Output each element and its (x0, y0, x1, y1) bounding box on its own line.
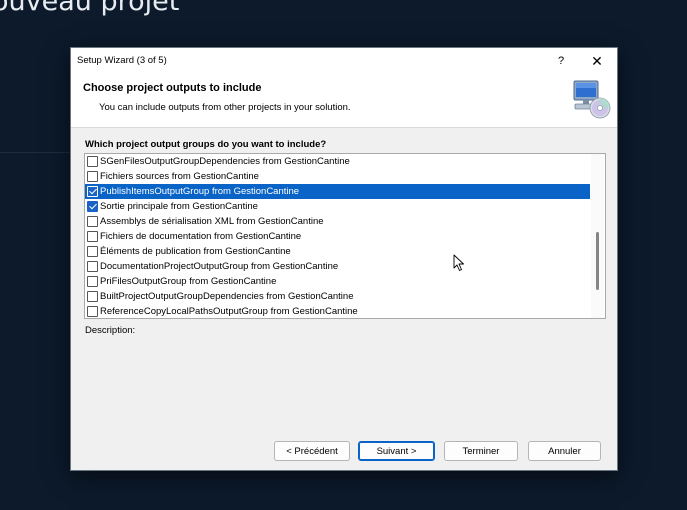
setup-wizard-dialog: Setup Wizard (3 of 5) ? ✕ Choose project… (70, 47, 618, 471)
previous-button[interactable]: < Précédent (274, 441, 350, 461)
checkbox[interactable] (87, 276, 98, 287)
list-item[interactable]: Assemblys de sérialisation XML from Gest… (85, 214, 590, 229)
output-groups-list[interactable]: SGenFilesOutputGroupDependencies from Ge… (84, 153, 606, 319)
list-item[interactable]: PublishItemsOutputGroup from GestionCant… (85, 184, 590, 199)
page-heading: Choose project outputs to include (83, 82, 262, 94)
wizard-header: Choose project outputs to include You ca… (71, 74, 617, 128)
checkbox[interactable] (87, 156, 98, 167)
mouse-cursor-icon (453, 254, 464, 271)
checkbox[interactable] (87, 246, 98, 257)
list-item-label: Assemblys de sérialisation XML from Gest… (100, 216, 324, 227)
dialog-title: Setup Wizard (3 of 5) (77, 55, 167, 66)
list-item[interactable]: Sortie principale from GestionCantine (85, 199, 590, 214)
list-item[interactable]: PriFilesOutputGroup from GestionCantine (85, 274, 590, 289)
list-item[interactable]: BuiltProjectOutputGroupDependencies from… (85, 289, 590, 304)
checkbox[interactable] (87, 261, 98, 272)
description-label: Description: (85, 325, 136, 336)
close-button[interactable]: ✕ (586, 51, 608, 71)
list-item-label: Éléments de publication from GestionCant… (100, 246, 291, 257)
page-subheading: You can include outputs from other proje… (99, 102, 351, 113)
list-item-label: PriFilesOutputGroup from GestionCantine (100, 276, 277, 287)
list-item-label: BuiltProjectOutputGroupDependencies from… (100, 291, 354, 302)
list-item[interactable]: Fichiers sources from GestionCantine (85, 169, 590, 184)
output-groups-question: Which project output groups do you want … (85, 139, 327, 150)
list-item-label: DocumentationProjectOutputGroup from Ges… (100, 261, 339, 272)
list-item[interactable]: Éléments de publication from GestionCant… (85, 244, 590, 259)
checkbox[interactable] (87, 306, 98, 317)
checkbox-checked[interactable] (87, 201, 98, 212)
next-button[interactable]: Suivant > (358, 441, 435, 461)
list-item-label: Fichiers sources from GestionCantine (100, 171, 259, 182)
list-item-label: ReferenceCopyLocalPathsOutputGroup from … (100, 306, 358, 317)
scrollbar-thumb[interactable] (596, 232, 599, 290)
title-bar: Setup Wizard (3 of 5) ? ✕ (71, 48, 617, 74)
list-item-label: SGenFilesOutputGroupDependencies from Ge… (100, 156, 350, 167)
list-item[interactable]: ReferenceCopyLocalPathsOutputGroup from … (85, 304, 590, 318)
background-window-title: ouveau projet (0, 0, 180, 17)
list-item-label: Fichiers de documentation from GestionCa… (100, 231, 302, 242)
list-item[interactable]: SGenFilesOutputGroupDependencies from Ge… (85, 154, 590, 169)
checkbox[interactable] (87, 231, 98, 242)
list-item[interactable]: DocumentationProjectOutputGroup from Ges… (85, 259, 590, 274)
list-item[interactable]: Fichiers de documentation from GestionCa… (85, 229, 590, 244)
computer-cd-icon (573, 80, 611, 119)
checkbox-checked[interactable] (87, 186, 98, 197)
finish-button[interactable]: Terminer (444, 441, 518, 461)
cancel-button[interactable]: Annuler (528, 441, 601, 461)
help-button[interactable]: ? (551, 51, 571, 71)
list-scrollbar[interactable] (591, 154, 604, 318)
background-divider (0, 152, 70, 153)
list-item-label: PublishItemsOutputGroup from GestionCant… (100, 186, 300, 197)
checkbox[interactable] (87, 171, 98, 182)
checkbox[interactable] (87, 216, 98, 227)
list-item-label: Sortie principale from GestionCantine (100, 201, 258, 212)
checkbox[interactable] (87, 291, 98, 302)
